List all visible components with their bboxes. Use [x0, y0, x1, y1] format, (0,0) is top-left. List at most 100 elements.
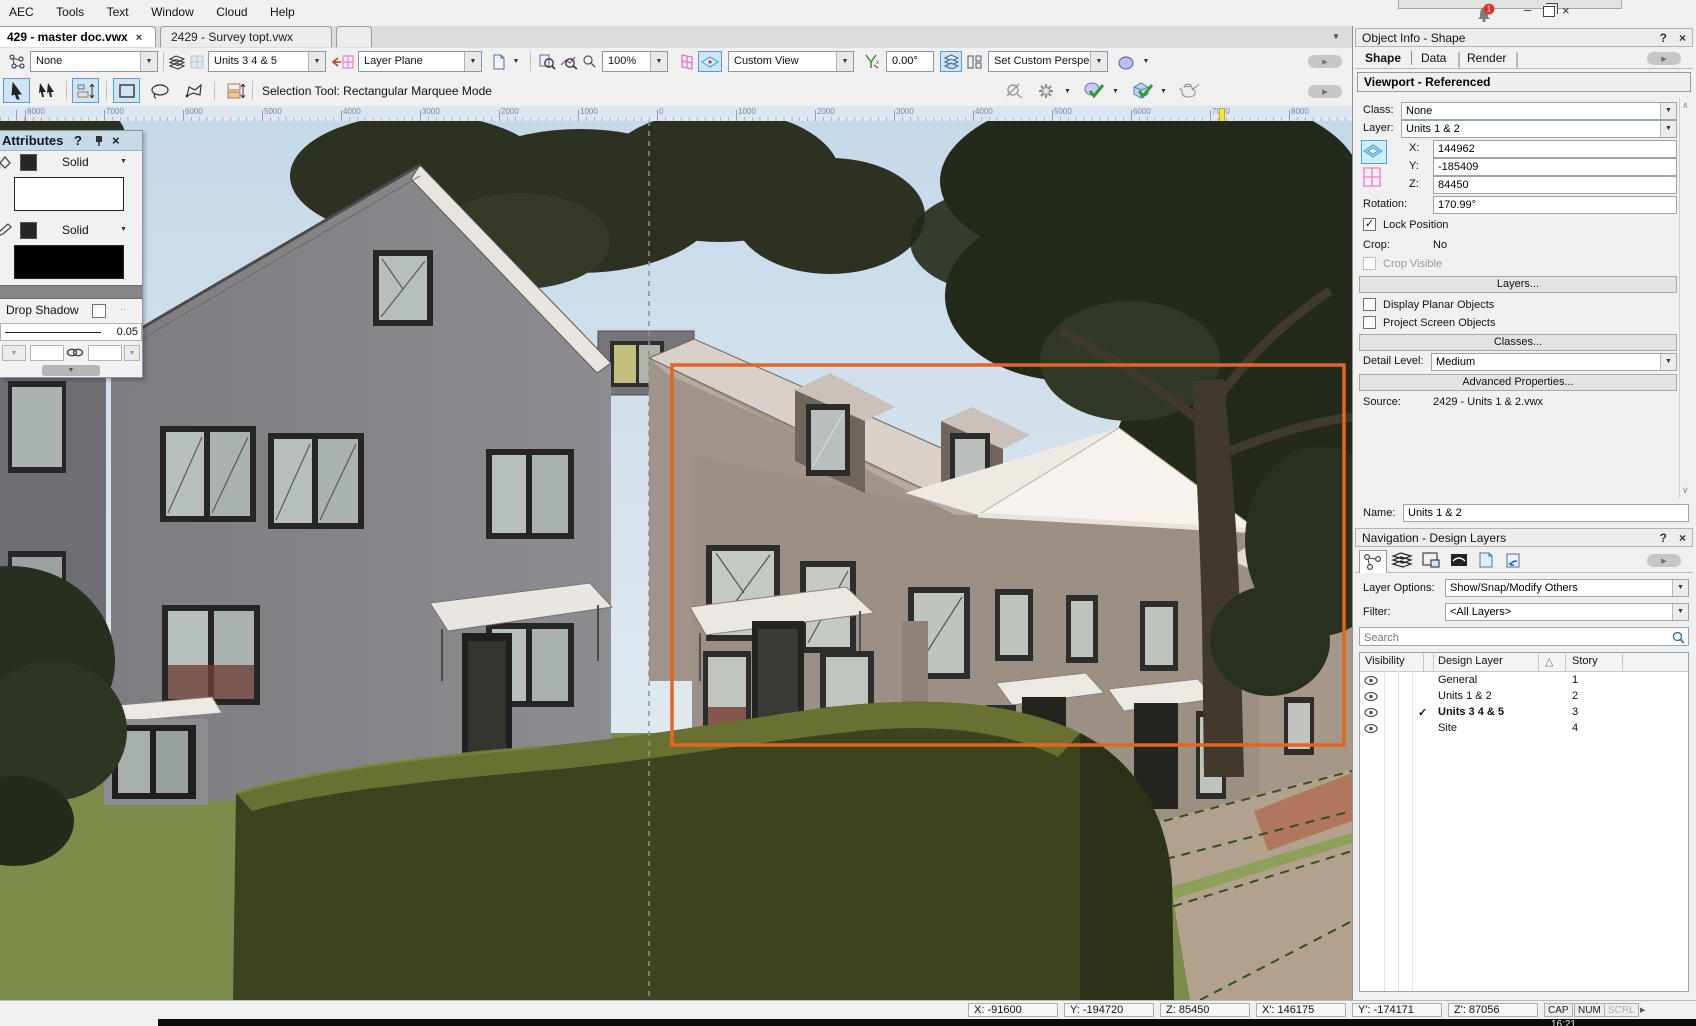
col-story[interactable]: Story [1572, 655, 1598, 667]
class-combo[interactable]: None▼ [1401, 102, 1677, 120]
chevron-down-icon[interactable]: ▼ [836, 52, 853, 71]
palette-expand-button[interactable]: ▼ [42, 365, 100, 376]
panel-close-icon[interactable]: × [1679, 531, 1686, 545]
palette-close-icon[interactable]: × [112, 133, 120, 148]
interactive-scaling-mode-icon[interactable] [72, 78, 99, 103]
attributes-title-bar[interactable]: Attributes ? × [0, 131, 142, 151]
chevron-down-icon[interactable]: ▼ [1090, 52, 1107, 71]
chevron-down-icon[interactable]: ▼ [1660, 354, 1676, 370]
lock-position-checkbox[interactable]: ✓ [1363, 218, 1376, 231]
chevron-down-icon[interactable]: ▼ [1672, 580, 1688, 596]
layer-row-general[interactable]: General 1 [1360, 673, 1688, 689]
menu-text[interactable]: Text [98, 0, 138, 19]
chevron-down-icon[interactable]: ▼ [1660, 103, 1676, 119]
menu-tools[interactable]: Tools [47, 0, 93, 19]
scroll-down-icon[interactable]: ∨ [1682, 485, 1689, 496]
render-style-icon[interactable] [1114, 51, 1138, 72]
col-sort-icon[interactable]: △ [1545, 655, 1553, 668]
col-visibility[interactable]: Visibility [1365, 655, 1405, 667]
line-thickness-preview[interactable] [0, 285, 142, 299]
lasso-mode-icon[interactable] [146, 78, 173, 103]
gear-dropdown-icon[interactable]: ▼ [1060, 81, 1075, 102]
rotation-field[interactable]: 170.99° [1433, 196, 1677, 214]
visibility-eye-icon[interactable] [1364, 707, 1378, 718]
help-icon[interactable]: ? [1660, 31, 1667, 45]
toolbar-overflow-button[interactable]: ▶ [1308, 55, 1342, 68]
render-style-dropdown-icon[interactable]: ▼ [1138, 51, 1154, 72]
projection-dropdown-icon[interactable]: ▼ [1156, 81, 1171, 102]
working-plane-icon[interactable] [1361, 166, 1385, 190]
working-plane-icon[interactable] [330, 51, 356, 72]
visibility-eye-icon[interactable] [1364, 675, 1378, 686]
layers-button[interactable]: Layers... [1359, 276, 1677, 293]
tab-shape[interactable]: Shape [1365, 51, 1412, 65]
opacity-slider[interactable]: 0.05 [0, 323, 142, 341]
pen-color-swatch[interactable] [20, 222, 37, 239]
screen-plane-icon[interactable] [1361, 140, 1387, 164]
fill-color-preview[interactable] [14, 177, 124, 211]
hierarchy-icon[interactable] [6, 51, 28, 72]
layers-icon[interactable] [166, 51, 188, 72]
tab-list-dropdown-icon[interactable]: ▼ [1332, 32, 1340, 41]
display-planar-checkbox[interactable] [1363, 298, 1376, 311]
window-close-button[interactable]: × [1562, 3, 1570, 18]
layer-combo[interactable]: Units 1 & 2▼ [1401, 120, 1677, 138]
navigation-title-bar[interactable]: Navigation - Design Layers ?× [1355, 528, 1693, 547]
document-settings-dropdown-icon[interactable]: ▼ [508, 51, 524, 72]
fill-color-swatch[interactable] [20, 154, 37, 171]
layer-search-box[interactable] [1359, 627, 1689, 646]
drawing-viewport[interactable] [0, 121, 1352, 1000]
interactive-scaling-settings-icon[interactable] [222, 78, 249, 103]
menu-help[interactable]: Help [261, 0, 304, 19]
menu-cloud[interactable]: Cloud [207, 0, 256, 19]
fill-style-dropdown-icon[interactable]: ▼ [120, 158, 127, 165]
layer-row-units-3-4-5[interactable]: ✓ Units 3 4 & 5 3 [1360, 705, 1688, 721]
nav-viewports-icon[interactable] [1449, 551, 1471, 569]
tab-stub[interactable] [336, 26, 372, 47]
selection-tool-icon[interactable] [3, 78, 30, 103]
layer-row-units-1-2[interactable]: Units 1 & 2 2 [1360, 689, 1688, 705]
object-info-title-bar[interactable]: Object Info - Shape ?× [1355, 28, 1693, 47]
multiple-selection-tool-icon[interactable] [33, 78, 60, 103]
navigation-overflow-button[interactable]: ▶ [1647, 554, 1681, 567]
help-icon[interactable]: ? [1660, 531, 1667, 545]
name-field[interactable]: Units 1 & 2 [1403, 504, 1689, 522]
render-mode-dropdown-icon[interactable]: ▼ [1108, 81, 1123, 102]
rotation-angle-field[interactable]: 0.00° [886, 51, 934, 72]
minimize-button[interactable]: – [1524, 2, 1531, 17]
nav-hierarchy-tab[interactable] [1359, 550, 1387, 573]
projection-check-icon[interactable] [1128, 78, 1155, 103]
restore-button[interactable] [1543, 6, 1555, 17]
notification-bell-icon[interactable]: 1 [1472, 3, 1498, 23]
classes-button[interactable]: Classes... [1359, 334, 1677, 351]
object-info-scrollbar[interactable]: ∧ ∨ [1679, 98, 1694, 498]
perspective-combo[interactable]: Set Custom Perspecti...▼ [988, 51, 1108, 72]
chevron-down-icon[interactable]: ▼ [1672, 604, 1688, 620]
tab-master-doc[interactable]: 429 - master doc.vwx× [0, 26, 156, 47]
tab-survey-topt[interactable]: 2429 - Survey topt.vwx [160, 26, 332, 47]
render-teapot-icon[interactable] [1176, 78, 1206, 103]
zoom-page-icon[interactable] [536, 51, 558, 72]
line-end-right-dropdown[interactable]: ▼ [124, 345, 140, 361]
line-end-left-dropdown[interactable]: ▼ [2, 345, 26, 361]
search-input[interactable] [1362, 629, 1666, 646]
rotation-axis-icon[interactable]: x [860, 51, 884, 72]
line-end-right-box[interactable] [88, 345, 122, 361]
zoom-objects-icon[interactable] [558, 51, 580, 72]
line-end-left-box[interactable] [30, 345, 64, 361]
zoom-level-combo[interactable]: 100%▼ [602, 51, 668, 72]
y-field[interactable]: -185409 [1433, 158, 1677, 176]
chevron-down-icon[interactable]: ▼ [140, 52, 157, 71]
menu-window[interactable]: Window [142, 0, 203, 19]
wall-plane-icon[interactable] [676, 51, 698, 72]
menu-aec[interactable]: AEC [0, 0, 43, 19]
detail-level-combo[interactable]: Medium▼ [1431, 353, 1677, 371]
polygon-marquee-mode-icon[interactable] [180, 78, 207, 103]
pin-icon[interactable] [94, 135, 104, 147]
zoom-icon[interactable] [580, 51, 598, 72]
drop-shadow-checkbox[interactable] [92, 304, 106, 318]
advanced-properties-button[interactable]: Advanced Properties... [1359, 374, 1677, 391]
layer-options-combo[interactable]: Show/Snap/Modify Others▼ [1445, 579, 1689, 597]
pen-style-value[interactable]: Solid [62, 223, 89, 237]
drop-shadow-more[interactable]: .. [120, 301, 126, 313]
